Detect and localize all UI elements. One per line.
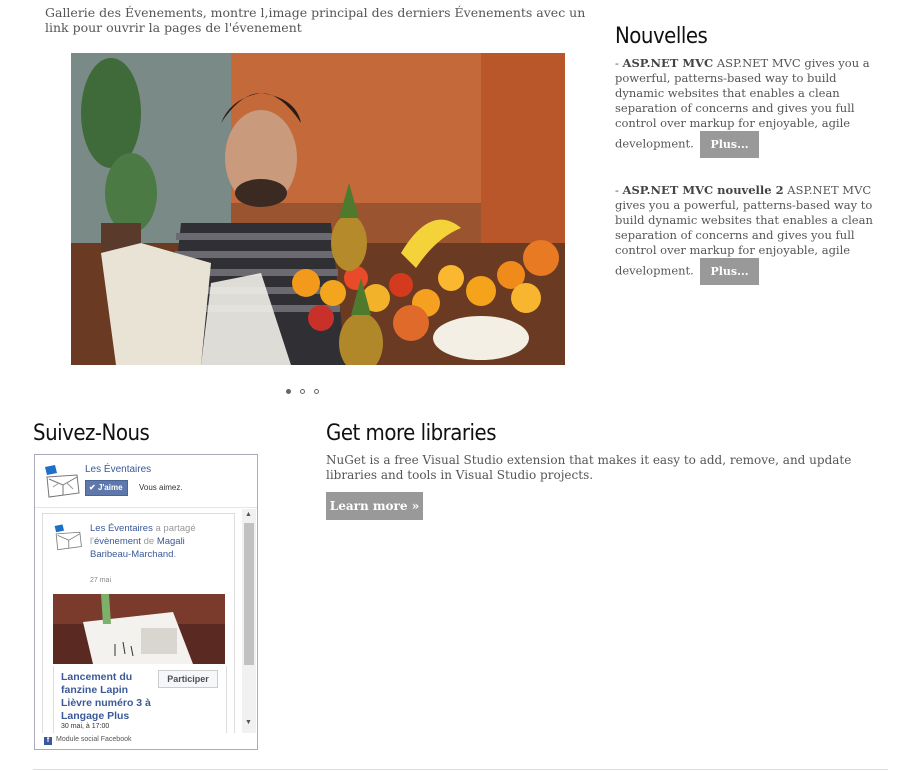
- carousel-dot-3[interactable]: [314, 389, 319, 394]
- event-cover-photo: [53, 594, 225, 664]
- scroll-up-arrow-icon[interactable]: ▲: [245, 511, 252, 518]
- event-cover-image[interactable]: [53, 594, 225, 664]
- news-more-button[interactable]: Plus...: [700, 258, 759, 285]
- post-date[interactable]: 27 mai: [90, 577, 111, 584]
- hero-photo: [71, 53, 565, 365]
- news-item-heading: ASP.NET MVC nouvelle 2: [622, 183, 784, 197]
- carousel-indicators: [286, 389, 326, 399]
- event-card: Lancement du fanzine Lapin Lièvre numéro…: [53, 666, 227, 737]
- scroll-down-arrow-icon[interactable]: ▼: [245, 719, 252, 726]
- feed-scrollbar[interactable]: ▲ ▼: [242, 509, 256, 733]
- post-end-punct: .: [173, 549, 177, 560]
- facebook-widget-header: Les Éventaires ✔ J'aime Vous aimez.: [43, 461, 253, 505]
- divider: [35, 507, 257, 508]
- news-item: - ASP.NET MVC ASP.NET MVC gives you a po…: [615, 56, 877, 158]
- post-event-link[interactable]: évènement: [94, 536, 141, 547]
- facebook-page-name[interactable]: Les Éventaires: [85, 464, 151, 475]
- carousel-hero-image[interactable]: [71, 53, 565, 365]
- news-more-button[interactable]: Plus...: [700, 131, 759, 158]
- facebook-icon: f: [44, 737, 52, 745]
- news-item-prefix: -: [615, 183, 623, 197]
- like-button-label: J'aime: [97, 483, 123, 492]
- event-title-link[interactable]: Lancement du fanzine Lapin Lièvre numéro…: [61, 671, 161, 723]
- post-text: Les Éventaires a partagé l'évènement de …: [90, 522, 210, 561]
- carousel-dot-1[interactable]: [286, 389, 291, 394]
- participate-button[interactable]: Participer: [158, 670, 218, 688]
- facebook-post: Les Éventaires a partagé l'évènement de …: [42, 513, 235, 737]
- news-item: - ASP.NET MVC nouvelle 2 ASP.NET MVC giv…: [615, 183, 877, 285]
- post-author-link[interactable]: Les Éventaires: [90, 523, 153, 534]
- learn-more-button[interactable]: Learn more »: [326, 492, 423, 520]
- facebook-module-label[interactable]: Module social Facebook: [56, 736, 132, 743]
- post-author-avatar-icon[interactable]: [53, 522, 83, 552]
- facebook-like-button[interactable]: ✔ J'aime: [85, 480, 128, 496]
- event-date: 30 mai, à 17:00: [61, 723, 110, 730]
- facebook-page-widget: Les Éventaires ✔ J'aime Vous aimez. Les …: [34, 454, 258, 750]
- news-item-heading: ASP.NET MVC: [622, 56, 714, 70]
- like-status-text: Vous aimez.: [139, 483, 183, 492]
- scrollbar-thumb[interactable]: [244, 523, 254, 665]
- news-item-prefix: -: [615, 56, 623, 70]
- carousel-dot-2[interactable]: [300, 389, 305, 394]
- footer-divider: [33, 769, 888, 770]
- facebook-widget-footer: f Module social Facebook: [35, 733, 257, 749]
- social-section-title: Suivez-Nous: [33, 421, 150, 446]
- page-logo-icon[interactable]: [43, 463, 81, 499]
- post-action-text: de: [140, 536, 157, 547]
- libraries-section-title: Get more libraries: [326, 421, 497, 446]
- gallery-intro-text: Gallerie des Évenements, montre l,image …: [45, 5, 586, 35]
- libraries-description: NuGet is a free Visual Studio extension …: [326, 453, 852, 482]
- news-section-title: Nouvelles: [615, 24, 708, 49]
